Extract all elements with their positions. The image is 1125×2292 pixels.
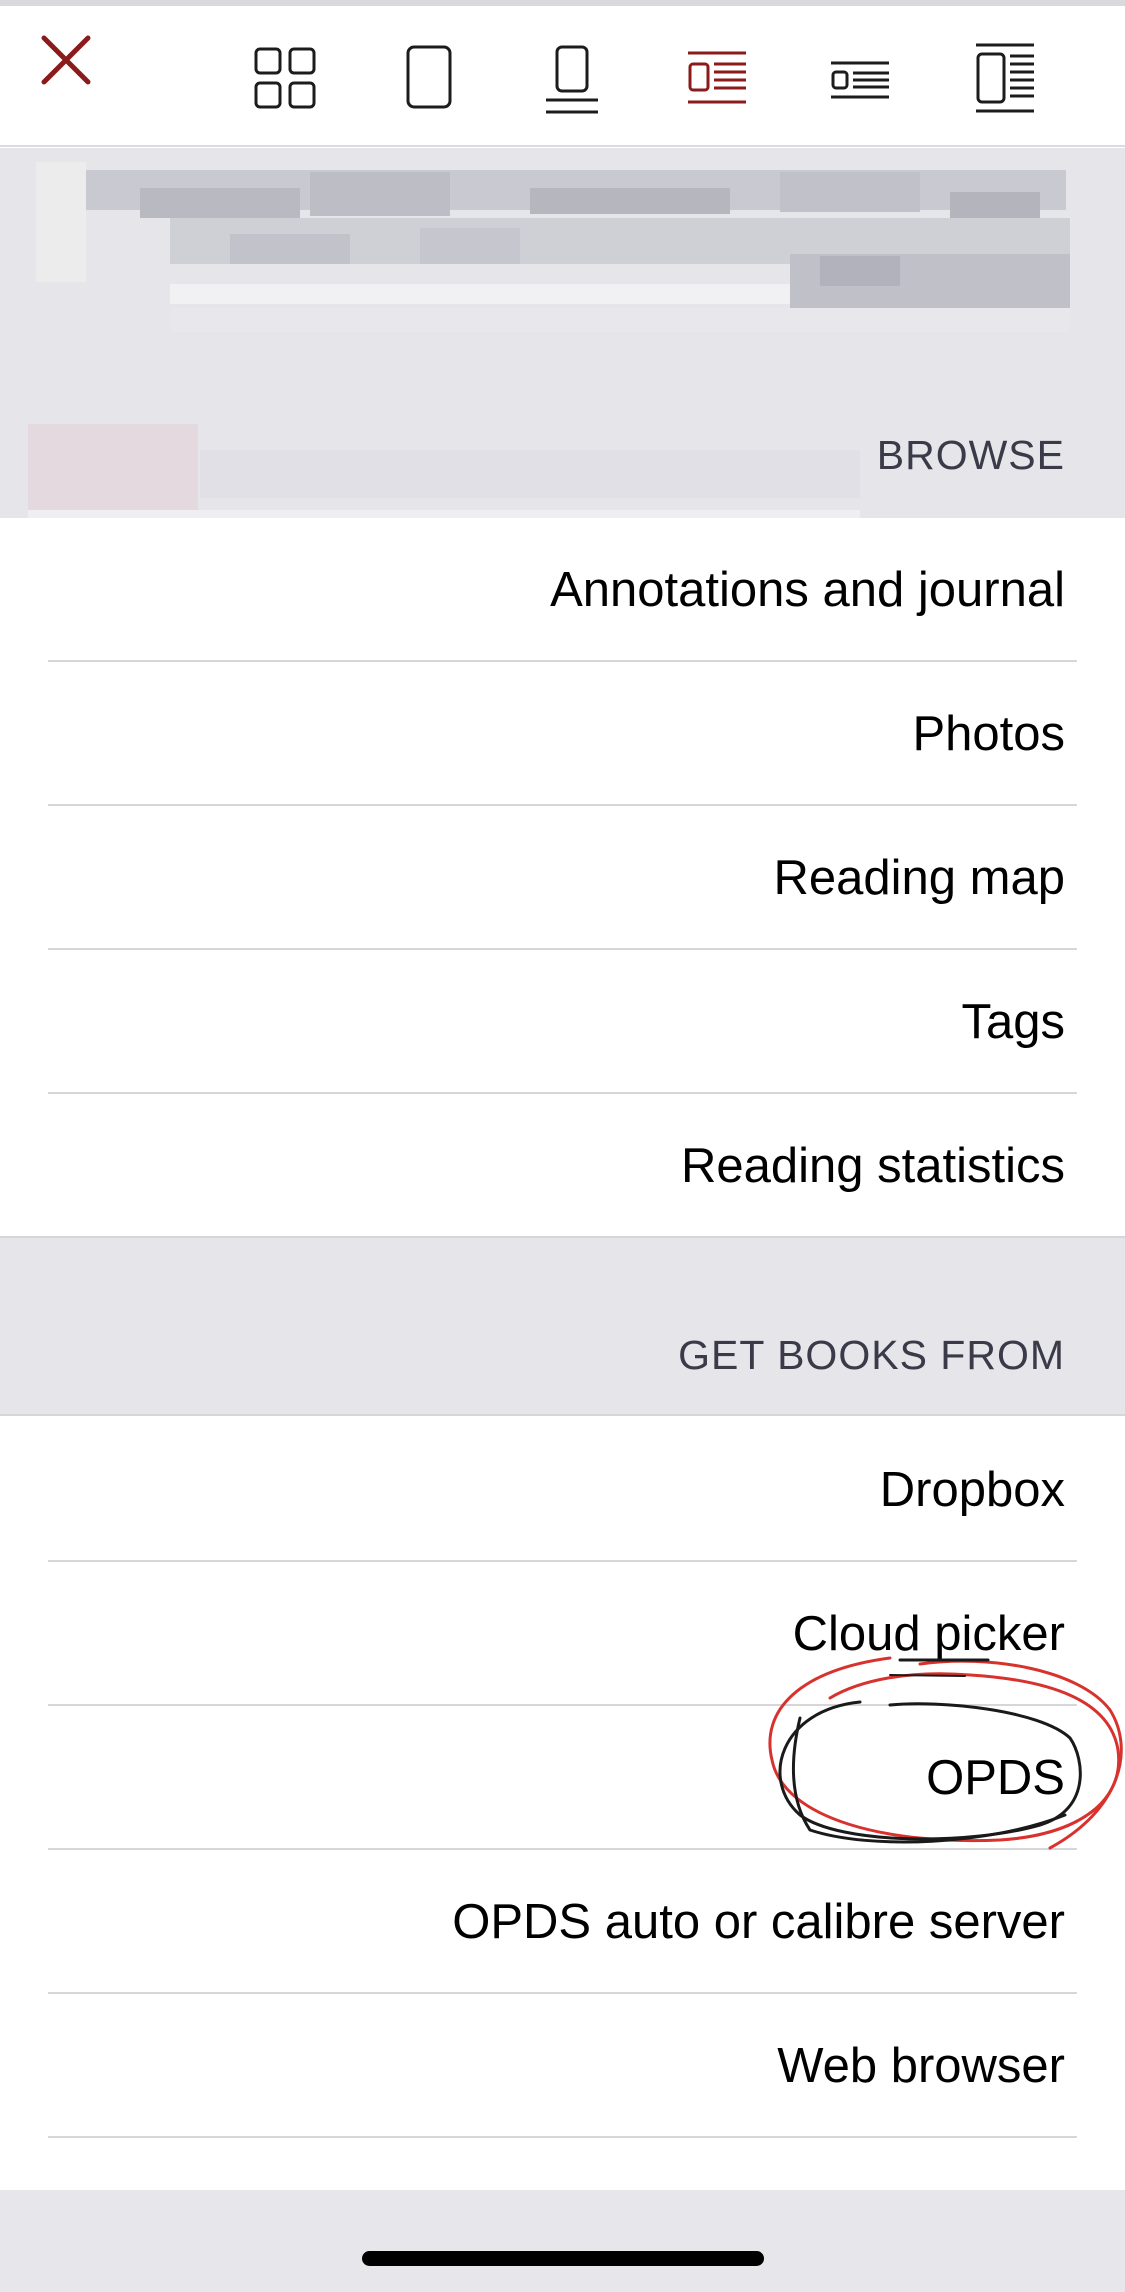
view-toolbar: [0, 6, 1125, 147]
get-books-item-opds[interactable]: OPDS: [0, 1706, 1125, 1850]
close-x-icon[interactable]: [36, 30, 96, 90]
browse-item-annotations-and-journal[interactable]: Annotations and journal: [0, 518, 1125, 662]
list-item-label: Reading map: [773, 851, 1065, 905]
home-indicator[interactable]: [362, 2251, 764, 2266]
list-item-label: Tags: [961, 995, 1065, 1049]
page-with-lines-view-icon[interactable]: [544, 44, 600, 116]
list-item-label: OPDS: [926, 1751, 1065, 1805]
compact-list-view-icon[interactable]: [829, 60, 891, 100]
get-books-section-header: GET BOOKS FROM: [678, 1332, 1065, 1378]
divider: [48, 2136, 1077, 2138]
grid-view-icon[interactable]: [253, 46, 317, 110]
browse-item-photos[interactable]: Photos: [0, 662, 1125, 806]
library-menu-screen: BROWSE Annotations and journal Photos Re…: [0, 0, 1125, 2292]
bottom-safe-area: [0, 2190, 1125, 2292]
list-item-label: Dropbox: [879, 1463, 1065, 1517]
get-books-item-opds-auto-or-calibre-server[interactable]: OPDS auto or calibre server: [0, 1850, 1125, 1994]
get-books-item-dropbox[interactable]: Dropbox: [0, 1418, 1125, 1562]
list-item-label: OPDS auto or calibre server: [452, 1895, 1065, 1949]
list-item-label: Cloud picker: [792, 1607, 1065, 1661]
get-books-item-cloud-picker[interactable]: Cloud picker: [0, 1562, 1125, 1706]
browse-item-reading-map[interactable]: Reading map: [0, 806, 1125, 950]
browse-item-reading-statistics[interactable]: Reading statistics: [0, 1094, 1125, 1238]
list-item-label: Web browser: [777, 2039, 1065, 2093]
single-page-view-icon[interactable]: [405, 44, 453, 110]
get-books-section-band: GET BOOKS FROM: [0, 1236, 1125, 1416]
list-item-label: Reading statistics: [680, 1139, 1065, 1193]
get-books-item-web-browser[interactable]: Web browser: [0, 1994, 1125, 2138]
list-with-thumbnail-view-icon[interactable]: [686, 50, 748, 106]
browse-item-tags[interactable]: Tags: [0, 950, 1125, 1094]
list-item-label: Photos: [912, 707, 1065, 761]
detail-list-view-icon[interactable]: [974, 42, 1036, 114]
list-item-label: Annotations and journal: [550, 563, 1065, 617]
browse-section-header: BROWSE: [876, 432, 1065, 478]
